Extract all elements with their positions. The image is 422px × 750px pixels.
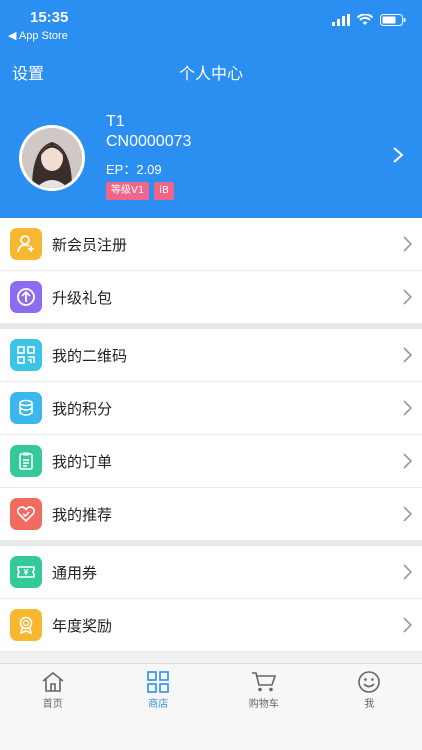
qrcode-icon xyxy=(10,339,42,371)
menu-item-label: 通用券 xyxy=(52,564,98,582)
tab-cart[interactable]: 购物车 xyxy=(211,664,317,713)
profile-header: 15:35 ◀ App Store 设置 个人中心 T1 CN0000073 E… xyxy=(0,0,422,218)
menu-item-my-referrals[interactable]: 我的推荐 xyxy=(0,488,422,541)
award-icon xyxy=(10,609,42,641)
bottom-tab-bar: 首页 商店 购物车 我 xyxy=(0,663,422,713)
battery-icon xyxy=(380,14,406,26)
menu-item-general-coupon[interactable]: 通用券 xyxy=(0,546,422,599)
menu-item-label: 年度奖励 xyxy=(52,617,113,635)
user-plus-icon xyxy=(10,228,42,260)
badge-list: 等级V1 iB xyxy=(106,182,174,200)
chevron-right-icon xyxy=(403,617,412,633)
menu-list: 新会员注册 升级礼包 我的二维码 我的积分 我的订单 我的推荐 通用券 年度奖励 xyxy=(0,218,422,652)
chevron-right-icon xyxy=(403,400,412,416)
tab-label: 购物车 xyxy=(248,699,279,710)
chevron-right-icon xyxy=(403,236,412,252)
tab-shop[interactable]: 商店 xyxy=(106,664,212,713)
menu-item-label: 升级礼包 xyxy=(52,289,113,307)
status-indicators xyxy=(332,14,406,26)
ib-badge: iB xyxy=(154,182,174,200)
back-to-app-store-link[interactable]: ◀ App Store xyxy=(8,29,68,42)
home-icon xyxy=(42,671,64,692)
coins-icon xyxy=(10,392,42,424)
chevron-right-icon xyxy=(393,147,404,163)
tab-label: 商店 xyxy=(148,699,169,710)
chevron-right-icon xyxy=(403,453,412,469)
profile-card[interactable]: T1 CN0000073 EP：2.09 等级V1 iB xyxy=(0,108,422,208)
tab-label: 我 xyxy=(364,699,375,710)
page-title: 个人中心 xyxy=(178,64,243,83)
chevron-right-icon xyxy=(403,564,412,580)
menu-item-new-member[interactable]: 新会员注册 xyxy=(0,218,422,271)
chevron-right-icon xyxy=(403,347,412,363)
clipboard-icon xyxy=(10,445,42,477)
coupon-icon xyxy=(10,556,42,588)
ep-balance: EP：2.09 xyxy=(106,162,162,177)
member-id: CN0000073 xyxy=(106,133,192,150)
menu-item-label: 我的推荐 xyxy=(52,506,113,524)
signal-icon xyxy=(332,14,350,26)
wifi-icon xyxy=(357,14,373,25)
status-time: 15:35 xyxy=(30,9,69,26)
tab-home[interactable]: 首页 xyxy=(0,664,106,713)
menu-item-label: 我的积分 xyxy=(52,400,113,418)
menu-item-label: 我的二维码 xyxy=(52,347,128,365)
grid-icon xyxy=(147,671,170,693)
home-indicator-area xyxy=(0,713,422,750)
menu-item-my-qrcode[interactable]: 我的二维码 xyxy=(0,329,422,382)
tab-me[interactable]: 我 xyxy=(317,664,422,713)
upgrade-arrow-icon xyxy=(10,281,42,313)
menu-item-annual-reward[interactable]: 年度奖励 xyxy=(0,599,422,652)
cart-icon xyxy=(251,672,276,692)
menu-item-label: 我的订单 xyxy=(52,453,113,471)
heart-icon xyxy=(10,498,42,530)
menu-item-my-orders[interactable]: 我的订单 xyxy=(0,435,422,488)
tab-label: 首页 xyxy=(42,699,63,710)
menu-item-label: 新会员注册 xyxy=(52,236,128,254)
user-name: T1 xyxy=(106,113,125,130)
avatar[interactable] xyxy=(19,125,85,191)
smiley-icon xyxy=(358,671,381,693)
menu-item-upgrade-package[interactable]: 升级礼包 xyxy=(0,271,422,324)
avatar-photo-icon xyxy=(22,128,82,188)
menu-item-my-points[interactable]: 我的积分 xyxy=(0,382,422,435)
level-badge: 等级V1 xyxy=(106,182,150,200)
chevron-right-icon xyxy=(403,506,412,522)
status-bar: 15:35 ◀ App Store xyxy=(0,0,422,44)
chevron-right-icon xyxy=(403,289,412,305)
